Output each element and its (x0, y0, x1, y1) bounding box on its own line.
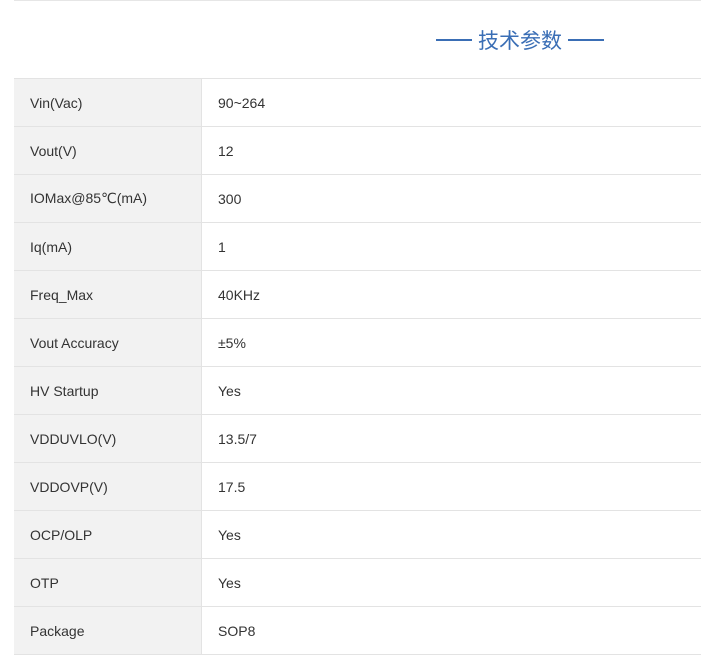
table-row: OCP/OLP Yes (14, 510, 701, 559)
param-name: Vout Accuracy (14, 318, 202, 367)
heading-left-line (436, 39, 472, 41)
param-name: Freq_Max (14, 270, 202, 319)
table-row: Iq(mA) 1 (14, 222, 701, 271)
param-value: Yes (201, 366, 701, 415)
table-row: HV Startup Yes (14, 366, 701, 415)
section-heading: 技术参数 (430, 22, 610, 58)
param-value: 17.5 (201, 462, 701, 511)
param-value: 13.5/7 (201, 414, 701, 463)
param-value: 1 (201, 222, 701, 271)
param-value: Yes (201, 510, 701, 559)
table-row: Vout Accuracy ±5% (14, 318, 701, 367)
param-value: SOP8 (201, 606, 701, 655)
heading-right-line (568, 39, 604, 41)
table-row: VDDUVLO(V) 13.5/7 (14, 414, 701, 463)
param-value: ±5% (201, 318, 701, 367)
table-row: Package SOP8 (14, 606, 701, 655)
param-value: 90~264 (201, 78, 701, 127)
section-title: 技术参数 (478, 29, 562, 53)
param-name: IOMax@85℃(mA) (14, 174, 202, 223)
top-divider (14, 0, 701, 1)
param-value: 12 (201, 126, 701, 175)
param-name: OCP/OLP (14, 510, 202, 559)
table-row: OTP Yes (14, 558, 701, 607)
param-name: HV Startup (14, 366, 202, 415)
table-row: Vin(Vac) 90~264 (14, 78, 701, 127)
param-name: OTP (14, 558, 202, 607)
param-name: VDDOVP(V) (14, 462, 202, 511)
table-row: VDDOVP(V) 17.5 (14, 462, 701, 511)
param-name: Vin(Vac) (14, 78, 202, 127)
spec-table: Vin(Vac) 90~264 Vout(V) 12 IOMax@85℃(mA)… (14, 78, 701, 655)
table-row: Freq_Max 40KHz (14, 270, 701, 319)
param-value: 300 (201, 174, 701, 223)
param-value: Yes (201, 558, 701, 607)
param-name: Iq(mA) (14, 222, 202, 271)
table-row: Vout(V) 12 (14, 126, 701, 175)
param-name: VDDUVLO(V) (14, 414, 202, 463)
param-name: Vout(V) (14, 126, 202, 175)
table-row: IOMax@85℃(mA) 300 (14, 174, 701, 223)
param-name: Package (14, 606, 202, 655)
param-value: 40KHz (201, 270, 701, 319)
